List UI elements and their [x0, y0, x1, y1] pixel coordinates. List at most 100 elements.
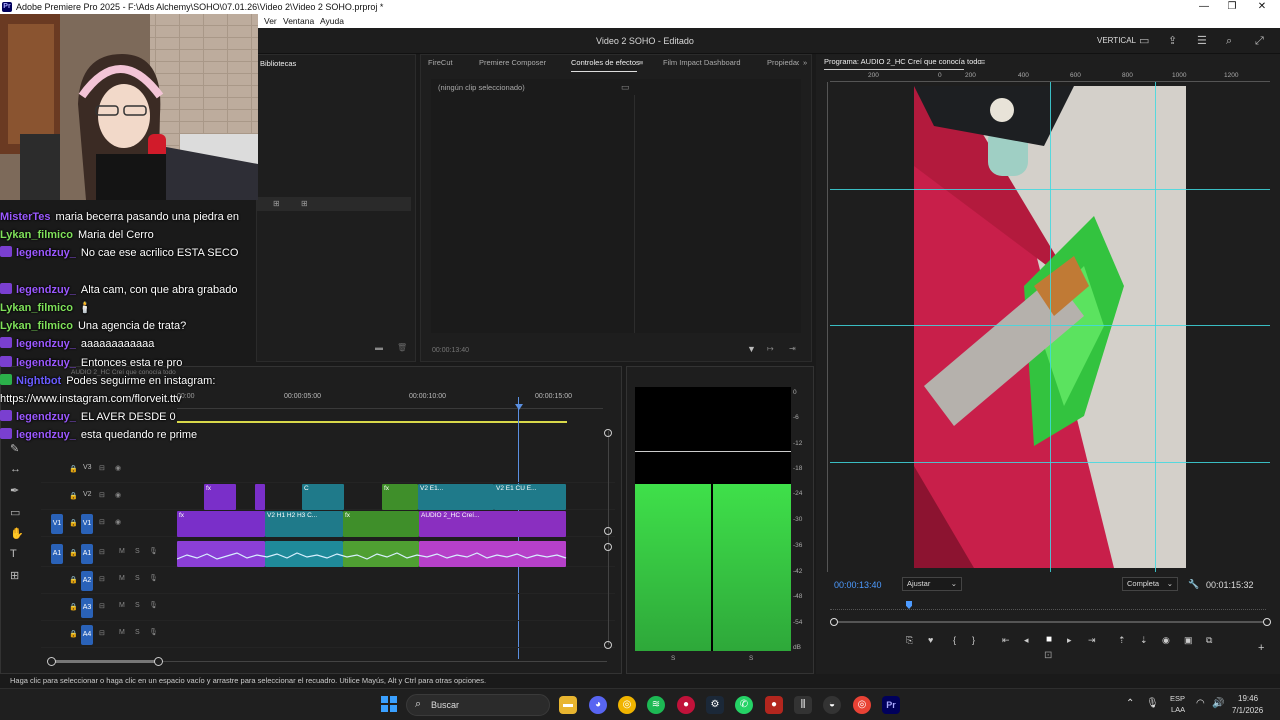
steam-icon[interactable]: ⚙ — [706, 696, 724, 714]
solo-left-button[interactable]: S — [671, 655, 675, 662]
eye-icon[interactable]: ◉ — [115, 518, 121, 526]
sync-icon[interactable]: ⊟ — [99, 602, 105, 610]
track-name-a2[interactable]: A2 — [81, 571, 93, 591]
mic-icon[interactable]: 🎙 — [149, 574, 158, 582]
sync-icon[interactable]: ⊟ — [99, 464, 105, 472]
scroll-handle[interactable] — [604, 429, 612, 437]
mic-icon[interactable]: 🎙 — [149, 628, 158, 636]
file-explorer-icon[interactable]: ▬ — [559, 696, 577, 714]
export-icon[interactable]: ⇥ — [789, 344, 796, 353]
scroll-handle[interactable] — [604, 641, 612, 649]
timeline-clip[interactable]: V2 E1... — [418, 484, 494, 510]
caption-icon[interactable]: ⊞ — [10, 569, 19, 582]
sync-icon[interactable]: ⊟ — [99, 491, 105, 499]
program-time-ruler[interactable] — [830, 602, 1266, 610]
lock-icon[interactable]: 🔒 — [69, 576, 78, 584]
volume-icon[interactable]: 🔊 — [1212, 698, 1224, 709]
lock-icon[interactable]: 🔒 — [69, 603, 78, 611]
minimize-icon[interactable]: — — [1192, 0, 1216, 14]
spotify-icon[interactable]: ≋ — [647, 696, 665, 714]
zoom-handle-right[interactable] — [154, 657, 163, 666]
zoom-select[interactable]: Ajustar ⌄ — [902, 577, 962, 591]
settings-wrench-icon[interactable]: 🔧 — [1188, 579, 1199, 590]
mute-button[interactable]: M — [119, 602, 125, 609]
timeline-clip[interactable]: V2 E1 CU E... — [494, 484, 566, 510]
horizontal-scroll-thumb[interactable] — [53, 660, 159, 663]
sync-icon[interactable]: ⊟ — [99, 518, 105, 526]
tab-menu-icon[interactable]: ≡ — [639, 55, 643, 71]
lang-layout[interactable]: LAA — [1171, 705, 1185, 714]
chrome-alt-icon[interactable]: ◎ — [853, 696, 871, 714]
hand-icon[interactable]: ✋ — [10, 527, 24, 540]
taskbar-search[interactable]: ⌕ Buscar — [406, 694, 550, 716]
panel-layout-icon[interactable]: ▭ — [1139, 35, 1149, 47]
zoom-handle-left[interactable] — [830, 618, 838, 626]
timeline-clip[interactable] — [255, 484, 265, 510]
library-icon[interactable]: ⊞ — [273, 199, 280, 208]
lang-indicator[interactable]: ESP — [1170, 694, 1185, 703]
track-name-a1[interactable]: A1 — [81, 544, 93, 564]
add-marker-icon[interactable]: ♥ — [928, 635, 933, 645]
export-frame-icon[interactable]: ◉ — [1162, 635, 1170, 646]
clock-time[interactable]: 19:46 — [1238, 694, 1258, 703]
rectangle-icon[interactable]: ▭ — [10, 506, 20, 519]
workspace-vertical-button[interactable]: VERTICAL — [1097, 28, 1136, 54]
timeline-clip[interactable]: fx — [177, 511, 265, 537]
menu-ayuda[interactable]: Ayuda — [320, 14, 344, 28]
wifi-icon[interactable]: ◠ — [1196, 698, 1205, 709]
comparison-icon[interactable]: ▣ — [1184, 635, 1193, 646]
program-current-time[interactable]: 00:00:13:40 — [834, 580, 882, 590]
safe-margins-icon[interactable]: ⊡ — [1044, 650, 1052, 661]
tab-premiere-composer[interactable]: Premiere Composer — [479, 55, 546, 71]
tab-properties[interactable]: Propiedad — [767, 55, 799, 71]
type-tool-icon[interactable]: T — [10, 548, 17, 560]
track-name-v1[interactable]: V1 — [81, 514, 93, 534]
sync-icon[interactable]: ⊟ — [99, 629, 105, 637]
pen-icon[interactable]: ✒ — [10, 484, 19, 497]
lock-icon[interactable]: 🔒 — [69, 519, 78, 527]
sync-icon[interactable]: ⊟ — [99, 548, 105, 556]
clock-date[interactable]: 7/1/2026 — [1232, 706, 1263, 715]
eye-icon[interactable]: ◉ — [115, 491, 121, 499]
mic-tray-icon[interactable]: 🎙 — [1146, 698, 1159, 709]
audio-app-icon[interactable]: ⫼ — [794, 696, 812, 714]
scroll-handle[interactable] — [604, 527, 612, 535]
mute-button[interactable]: M — [119, 629, 125, 636]
timeline-clip[interactable]: C — [302, 484, 344, 510]
multi-camera-icon[interactable]: ⧉ — [1206, 635, 1212, 646]
zoom-handle-right[interactable] — [1263, 618, 1271, 626]
app-icon[interactable]: ● — [677, 696, 695, 714]
lift-icon[interactable]: ⇡ — [1118, 635, 1126, 646]
add-button-icon[interactable]: + — [1258, 642, 1264, 654]
timeline-clip[interactable]: fx — [343, 511, 419, 537]
source-patch-a1[interactable]: A1 — [51, 544, 63, 564]
quality-select[interactable]: Completa ⌄ — [1122, 577, 1178, 591]
menu-lines-icon[interactable]: ☰ — [1197, 35, 1207, 47]
lock-icon[interactable]: 🔒 — [69, 630, 78, 638]
timeline-clip[interactable]: fx — [204, 484, 236, 510]
search-icon[interactable]: ⌕ — [1226, 35, 1232, 47]
mute-button[interactable]: M — [119, 575, 125, 582]
solo-button[interactable]: S — [135, 629, 140, 636]
lock-icon[interactable]: 🔒 — [69, 549, 78, 557]
close-icon[interactable]: ✕ — [1250, 0, 1274, 14]
tab-firecut[interactable]: FireCut — [428, 55, 453, 71]
menu-ventana[interactable]: Ventana — [283, 14, 314, 28]
more-tabs-icon[interactable]: » — [803, 55, 807, 71]
timeline-clip[interactable]: V2 H1 H2 H3 C... — [265, 511, 343, 537]
slip-icon[interactable]: ↔ — [10, 463, 21, 475]
obs-icon[interactable]: ◒ — [823, 696, 841, 714]
source-patch-v1[interactable]: V1 — [51, 514, 63, 534]
windows-start-icon[interactable] — [380, 696, 398, 714]
discord-icon[interactable]: ◕ — [589, 696, 607, 714]
track-name-a3[interactable]: A3 — [81, 598, 93, 618]
timeline-clip[interactable]: AUDIO 2_HC Creí... — [419, 511, 566, 537]
solo-button[interactable]: S — [135, 602, 140, 609]
tab-film-impact[interactable]: Film Impact Dashboard — [663, 55, 741, 71]
chrome-icon[interactable]: ◎ — [618, 696, 636, 714]
program-zoom-bar[interactable] — [834, 621, 1266, 623]
tray-arrow-icon[interactable]: ⌃ — [1126, 698, 1134, 709]
mic-icon[interactable]: 🎙 — [149, 547, 158, 555]
mark-in-icon[interactable]: { — [953, 635, 956, 645]
go-to-in-icon[interactable]: ⇤ — [1002, 635, 1010, 646]
